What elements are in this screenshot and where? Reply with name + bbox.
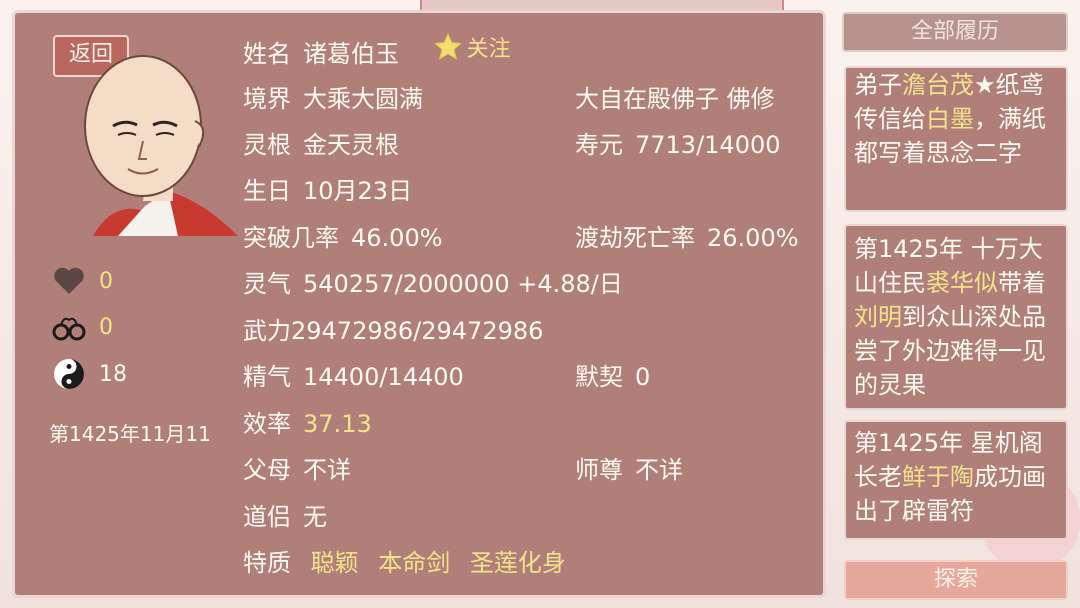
breakthrough-row: 突破几率 46.00%	[243, 218, 443, 253]
history-fragment: 弟子	[854, 71, 902, 99]
tribulation-label: 渡劫死亡率	[575, 224, 695, 252]
character-portrait	[84, 55, 238, 236]
birthday-label: 生日	[243, 177, 291, 205]
character-panel: 返回 0 0 18 第1425年11月11 姓名 诸葛伯玉 关注 境界 大乘大圆…	[12, 10, 826, 598]
follow-button[interactable]: 关注	[433, 31, 511, 63]
efficiency-row: 效率 37.13	[243, 404, 372, 439]
history-text: 第1425年 星机阁长老鲜于陶成功画出了辟雷符	[854, 426, 1058, 528]
master-row: 师尊 不详	[575, 450, 683, 485]
explore-button[interactable]: 探索	[844, 560, 1068, 600]
history-name-link[interactable]: 澹台茂	[902, 71, 974, 99]
history-name-link[interactable]: 裘华似	[926, 269, 998, 297]
parents-label: 父母	[243, 456, 291, 484]
history-name-link[interactable]: 刘明	[854, 303, 902, 331]
history-name-link[interactable]: 鲜于陶	[902, 463, 974, 491]
qi-label: 灵气	[243, 270, 291, 298]
star-icon	[433, 32, 462, 60]
tribulation-value: 26.00%	[707, 224, 799, 252]
breakthrough-label: 突破几率	[243, 224, 339, 252]
trait-item[interactable]: 本命剑	[378, 549, 450, 577]
title-row: 大自在殿佛子 佛修	[575, 79, 775, 114]
lifespan-label: 寿元	[575, 131, 623, 159]
essence-value: 14400/14400	[303, 363, 464, 391]
history-text: 第1425年 十万大山住民裘华似带着刘明到众山深处品尝了外边难得一见的灵果	[854, 232, 1058, 402]
partner-value: 无	[303, 503, 327, 531]
birthday-value: 10月23日	[303, 177, 413, 205]
bond-value: 0	[99, 314, 113, 340]
root-row: 灵根 金天灵根	[243, 125, 399, 160]
title-value: 大自在殿佛子 佛修	[575, 85, 775, 113]
traits-label: 特质	[243, 549, 291, 577]
master-value: 不详	[635, 456, 683, 484]
name-row: 姓名 诸葛伯玉 关注	[243, 31, 511, 69]
history-card: 第1425年 星机阁长老鲜于陶成功画出了辟雷符	[844, 420, 1068, 540]
rapport-value: 0	[635, 363, 651, 391]
favor-stat: 0	[51, 265, 113, 297]
current-date: 第1425年11月11	[49, 422, 211, 446]
lifespan-value: 7713/14000	[635, 131, 781, 159]
efficiency-label: 效率	[243, 410, 291, 438]
handcuffs-icon	[51, 311, 87, 343]
traits-row: 特质 聪颖 本命剑 圣莲化身	[243, 543, 566, 578]
history-card: 第1425年 十万大山住民裘华似带着刘明到众山深处品尝了外边难得一见的灵果	[844, 224, 1068, 410]
root-label: 灵根	[243, 131, 291, 159]
qi-value: 540257/2000000 +4.88/日	[303, 270, 623, 298]
dao-stat: 18	[51, 358, 127, 390]
trait-item[interactable]: 聪颖	[311, 549, 359, 577]
history-text: 弟子澹台茂★纸鸢传信给白墨，满纸都写着思念二字	[854, 68, 1058, 170]
qi-row: 灵气 540257/2000000 +4.88/日	[243, 264, 623, 299]
trait-item[interactable]: 圣莲化身	[470, 549, 566, 577]
birthday-row: 生日 10月23日	[243, 171, 412, 206]
breakthrough-value: 46.00%	[351, 224, 443, 252]
master-label: 师尊	[575, 456, 623, 484]
dao-value: 18	[99, 361, 127, 387]
force-label: 武力	[243, 317, 291, 345]
efficiency-value: 37.13	[303, 410, 372, 438]
heart-icon	[51, 265, 87, 297]
root-value: 金天灵根	[303, 131, 399, 159]
realm-label: 境界	[243, 85, 291, 113]
yin-yang-icon	[51, 358, 87, 390]
favor-value: 0	[99, 268, 113, 294]
partner-label: 道侣	[243, 503, 291, 531]
tribulation-row: 渡劫死亡率 26.00%	[575, 218, 799, 253]
name-value: 诸葛伯玉	[303, 40, 399, 68]
rapport-row: 默契 0	[575, 357, 650, 392]
essence-label: 精气	[243, 363, 291, 391]
parents-value: 不详	[303, 456, 351, 484]
history-fragment: 带着	[998, 269, 1046, 297]
essence-row: 精气 14400/14400	[243, 357, 464, 392]
all-history-button[interactable]: 全部履历	[842, 12, 1068, 52]
partner-row: 道侣无	[243, 497, 327, 532]
parents-row: 父母 不详	[243, 450, 351, 485]
history-card: 弟子澹台茂★纸鸢传信给白墨，满纸都写着思念二字	[844, 66, 1068, 212]
realm-row: 境界 大乘大圆满	[243, 79, 423, 114]
force-row: 武力29472986/29472986	[243, 311, 543, 346]
name-label: 姓名	[243, 40, 291, 68]
rapport-label: 默契	[575, 363, 623, 391]
lifespan-row: 寿元 7713/14000	[575, 125, 781, 160]
force-value: 29472986/29472986	[291, 317, 544, 345]
follow-label: 关注	[466, 37, 511, 62]
realm-value: 大乘大圆满	[303, 85, 423, 113]
history-name-link[interactable]: 白墨	[926, 105, 974, 133]
bond-stat: 0	[51, 311, 113, 343]
